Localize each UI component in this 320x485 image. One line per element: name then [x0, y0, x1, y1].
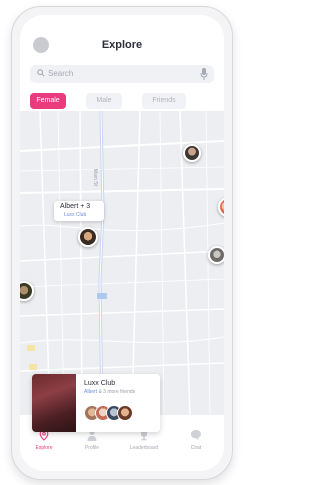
venue-photo [32, 374, 76, 432]
tab-friends[interactable]: Friends [142, 93, 186, 109]
map-view[interactable]: Main St Albert + 3 Luxx Club [20, 111, 224, 415]
search-icon [37, 69, 45, 77]
app-screen: Explore Search Female Male Friends Main … [20, 15, 224, 471]
user-callout[interactable]: Albert + 3 Luxx Club [54, 201, 104, 221]
page-title: Explore [101, 39, 143, 51]
nav-item-chat[interactable]: Chat [176, 429, 216, 451]
venue-friends-text: Albert & 3 more friends [84, 389, 135, 395]
tab-male[interactable]: Male [86, 93, 122, 109]
map-user-pin[interactable] [208, 246, 224, 264]
venue-title: Luxx Club [84, 380, 116, 387]
nav-item-explore[interactable]: Explore [24, 429, 64, 451]
venue-card[interactable]: Luxx Club Albert & 3 more friends [32, 374, 160, 432]
nav-label: Profile [84, 445, 100, 451]
nav-item-leaderboard[interactable]: Leaderboard [124, 429, 164, 451]
venue-marker[interactable] [29, 364, 37, 370]
nav-label: Explore [35, 445, 53, 451]
venue-friend-rest: & 3 more friends [98, 389, 136, 395]
nav-label: Leaderboard [129, 445, 159, 451]
search-bar[interactable]: Search [30, 65, 214, 83]
avatar[interactable] [117, 405, 133, 421]
road-label: Main St [92, 169, 98, 186]
venue-marker[interactable] [27, 345, 35, 351]
chat-bubble-icon [191, 430, 201, 440]
phone-frame: Explore Search Female Male Friends Main … [11, 6, 233, 480]
venue-friend-highlight: Albert [84, 389, 98, 395]
microphone-icon[interactable] [200, 68, 208, 80]
tab-female[interactable]: Female [30, 93, 66, 109]
map-user-pin[interactable] [183, 144, 201, 162]
nav-item-profile[interactable]: Profile [72, 429, 112, 451]
search-input[interactable]: Search [48, 69, 73, 78]
header: Explore Search Female Male Friends [20, 15, 224, 111]
callout-venue: Luxx Club [64, 212, 87, 218]
callout-name: Albert + 3 [60, 203, 91, 210]
map-user-pin-albert[interactable] [78, 227, 98, 247]
nav-label: Chat [190, 445, 202, 451]
map-marker[interactable] [97, 293, 107, 299]
